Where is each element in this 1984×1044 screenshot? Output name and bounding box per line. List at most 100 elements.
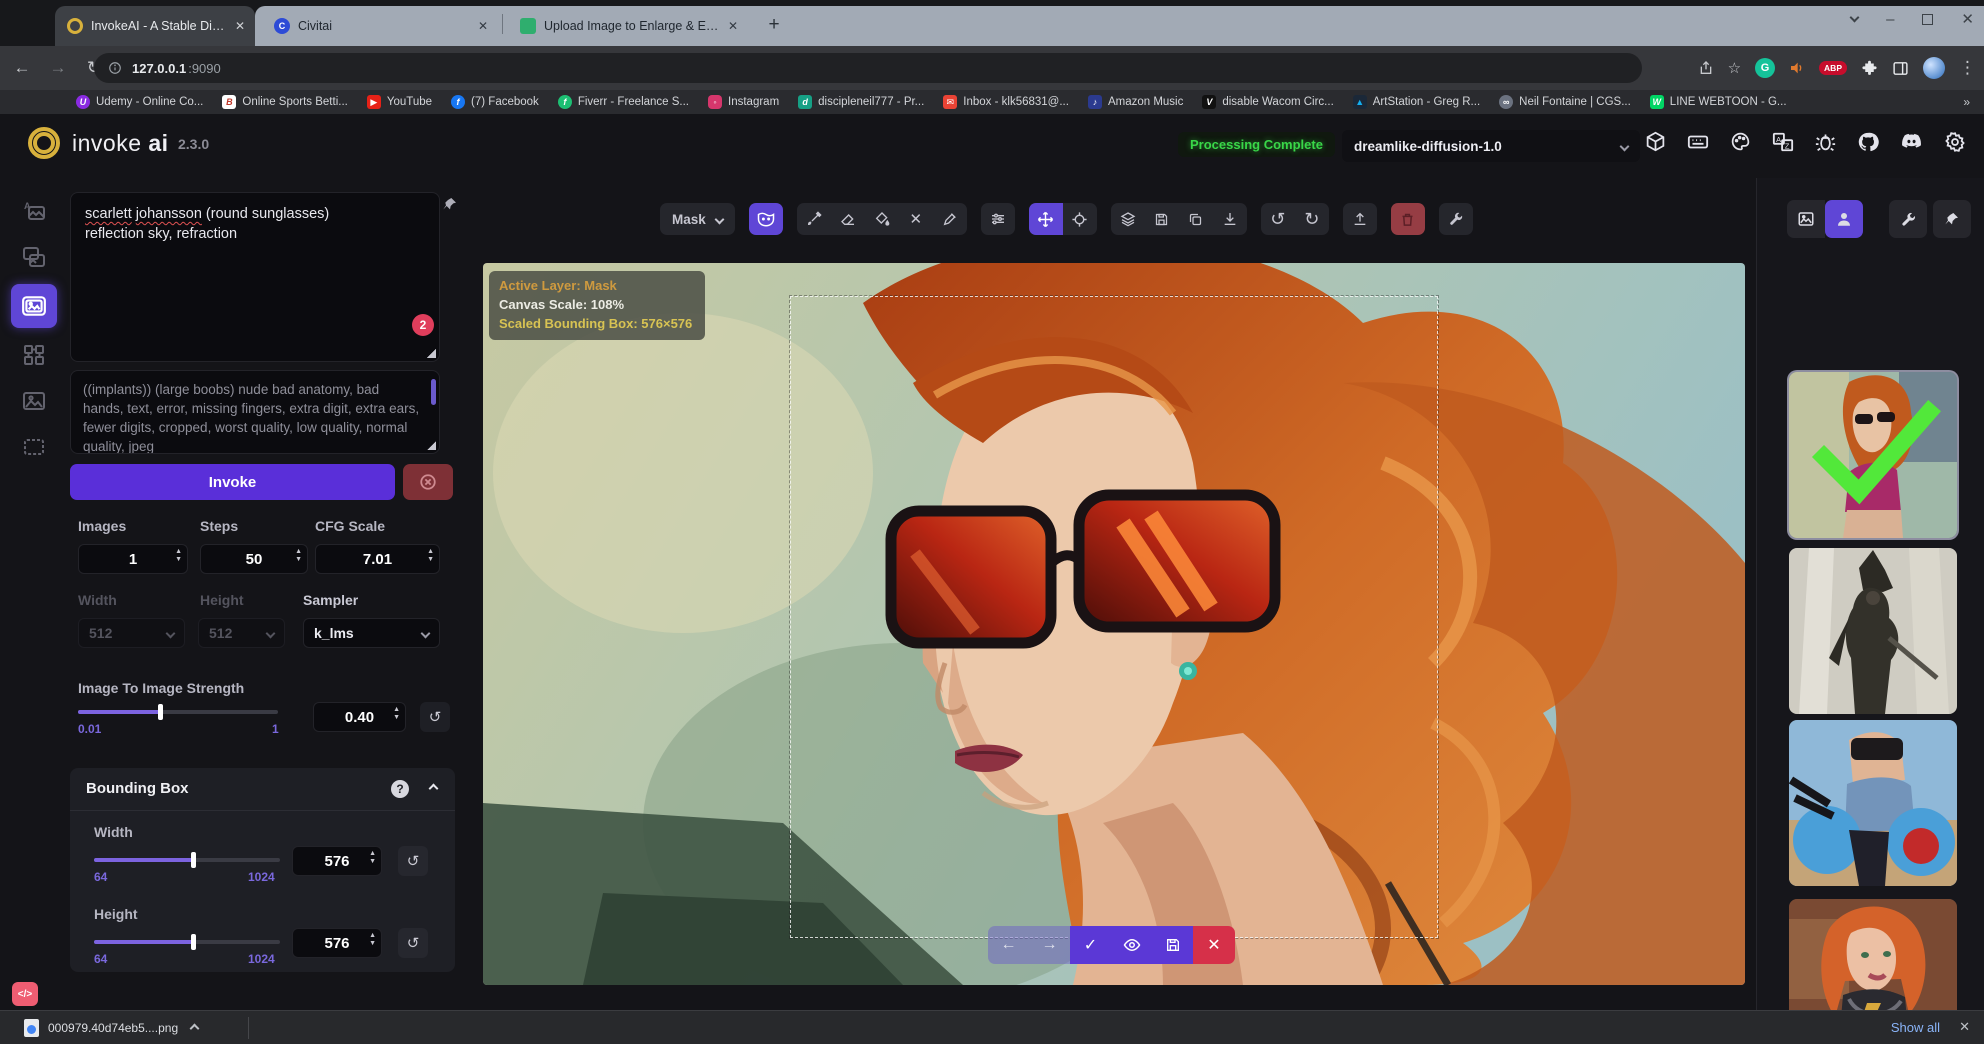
- tab-close-icon[interactable]: ✕: [235, 19, 245, 33]
- slider-handle[interactable]: [191, 852, 196, 868]
- window-chevron-icon[interactable]: [1850, 13, 1860, 23]
- download-item[interactable]: 000979.40d74eb5....png: [14, 1015, 208, 1041]
- share-icon[interactable]: [1698, 60, 1714, 76]
- downloads-bar-close-icon[interactable]: ✕: [1959, 1019, 1970, 1035]
- strength-slider[interactable]: [78, 710, 278, 714]
- canvas-settings-wrench-button[interactable]: [1439, 203, 1473, 235]
- cfg-input[interactable]: 7.01 ▲▼: [315, 544, 440, 574]
- hotkeys-keyboard-icon[interactable]: [1687, 131, 1709, 153]
- stepper-icons[interactable]: ▲▼: [369, 932, 376, 947]
- bookmark-item[interactable]: f(7) Facebook: [451, 95, 539, 109]
- bookmarks-overflow-icon[interactable]: »: [1963, 95, 1970, 109]
- info-icon[interactable]: [108, 61, 122, 75]
- grammarly-extension-icon[interactable]: G: [1755, 58, 1775, 78]
- tab-post-processing[interactable]: [15, 382, 53, 420]
- bookmark-star-icon[interactable]: ☆: [1728, 59, 1741, 77]
- github-icon[interactable]: [1857, 131, 1879, 153]
- scrollbar-thumb[interactable]: [431, 379, 436, 405]
- stepper-icons[interactable]: ▲▼: [369, 850, 376, 865]
- help-icon[interactable]: ?: [391, 780, 409, 798]
- tab-civitai[interactable]: C Civitai ✕: [262, 6, 498, 46]
- address-bar[interactable]: 127.0.0.1:9090: [94, 53, 1642, 83]
- gallery-thumbnail[interactable]: [1789, 720, 1957, 886]
- bookmark-item[interactable]: ◦Instagram: [708, 95, 779, 109]
- settings-gear-icon[interactable]: [1944, 131, 1966, 153]
- collapse-chevron-icon[interactable]: [429, 784, 439, 794]
- eraser-tool-button[interactable]: [831, 203, 865, 235]
- bookmark-item[interactable]: fFiverr - Freelance S...: [558, 95, 689, 109]
- gallery-pin-button[interactable]: [1933, 200, 1971, 238]
- theme-palette-icon[interactable]: [1730, 131, 1751, 152]
- stepper-icons[interactable]: ▲▼: [295, 548, 302, 563]
- show-all-downloads-link[interactable]: Show all: [1891, 1020, 1940, 1035]
- sampler-select[interactable]: k_lms: [303, 618, 440, 648]
- profile-avatar[interactable]: [1923, 57, 1945, 79]
- previous-image-button[interactable]: ←: [988, 926, 1029, 964]
- steps-input[interactable]: 50 ▲▼: [200, 544, 308, 574]
- height-select[interactable]: 512: [198, 618, 285, 648]
- bookmark-item[interactable]: ♪Amazon Music: [1088, 95, 1183, 109]
- extensions-puzzle-icon[interactable]: [1861, 60, 1878, 77]
- resize-grip-icon[interactable]: [427, 349, 436, 358]
- clear-mask-button[interactable]: ✕: [899, 203, 933, 235]
- gallery-settings-button[interactable]: [1889, 200, 1927, 238]
- gallery-person-tab-button[interactable]: [1825, 200, 1863, 238]
- discord-icon[interactable]: [1900, 130, 1923, 153]
- width-select[interactable]: 512: [78, 618, 185, 648]
- fill-mask-button[interactable]: [865, 203, 899, 235]
- color-picker-button[interactable]: [933, 203, 967, 235]
- window-close-button[interactable]: ✕: [1961, 10, 1974, 28]
- canvas-bounding-box[interactable]: [790, 296, 1438, 938]
- tab-text-to-image[interactable]: A: [15, 192, 53, 230]
- tab-nodes[interactable]: [15, 336, 53, 374]
- sidebar-icon[interactable]: [1892, 60, 1909, 77]
- stepper-icons[interactable]: ▲▼: [175, 548, 182, 563]
- discard-image-button[interactable]: ✕: [1193, 926, 1235, 964]
- pin-options-icon[interactable]: [442, 196, 458, 212]
- strength-input[interactable]: 0.40 ▲▼: [313, 702, 406, 732]
- resize-grip-icon[interactable]: [427, 441, 436, 450]
- stepper-icons[interactable]: ▲▼: [427, 548, 434, 563]
- next-image-button[interactable]: →: [1029, 926, 1070, 964]
- clear-canvas-trash-button[interactable]: [1391, 203, 1425, 235]
- move-tool-button[interactable]: [1029, 203, 1063, 235]
- prompt-input[interactable]: scarlett johansson (round sunglasses) re…: [70, 192, 440, 362]
- gallery-images-tab-button[interactable]: [1787, 200, 1825, 238]
- stepper-icons[interactable]: ▲▼: [393, 706, 400, 721]
- forward-button[interactable]: →: [44, 58, 72, 78]
- merge-layers-button[interactable]: [1111, 203, 1145, 235]
- reset-view-button[interactable]: [1063, 203, 1097, 235]
- back-button[interactable]: ←: [8, 58, 36, 78]
- toggle-mask-button[interactable]: [749, 203, 783, 235]
- invoke-button[interactable]: Invoke: [70, 464, 395, 500]
- language-translate-icon[interactable]: AZ: [1772, 131, 1794, 153]
- accept-image-button[interactable]: ✓: [1070, 926, 1111, 964]
- gallery-thumbnail[interactable]: [1789, 548, 1957, 714]
- save-staging-button[interactable]: [1152, 926, 1193, 964]
- slider-handle[interactable]: [158, 704, 163, 720]
- tab-image-to-image[interactable]: [15, 238, 53, 276]
- bookmark-item[interactable]: BOnline Sports Betti...: [222, 95, 347, 109]
- tab-unified-canvas[interactable]: [11, 284, 57, 328]
- bookmark-item[interactable]: ∞Neil Fontaine | CGS...: [1499, 95, 1631, 109]
- browser-menu-icon[interactable]: ⋮: [1959, 58, 1976, 78]
- gallery-thumbnail[interactable]: [1789, 372, 1957, 538]
- undo-button[interactable]: ↺: [1261, 203, 1295, 235]
- upload-image-button[interactable]: [1343, 203, 1377, 235]
- bbox-width-reset-button[interactable]: ↺: [398, 846, 428, 876]
- save-to-gallery-button[interactable]: [1145, 203, 1179, 235]
- slider-handle[interactable]: [191, 934, 196, 950]
- maximize-button[interactable]: [1922, 14, 1933, 25]
- bookmark-item[interactable]: WLINE WEBTOON - G...: [1650, 95, 1787, 109]
- bookmark-item[interactable]: ▶YouTube: [367, 95, 432, 109]
- tab-upload-image[interactable]: Upload Image to Enlarge & Enha ✕: [508, 6, 748, 46]
- model-select[interactable]: dreamlike-diffusion-1.0: [1342, 130, 1640, 162]
- bbox-height-slider[interactable]: [94, 940, 280, 944]
- code-fab-button[interactable]: </>: [12, 982, 38, 1006]
- images-input[interactable]: 1 ▲▼: [78, 544, 188, 574]
- bookmark-item[interactable]: UUdemy - Online Co...: [76, 95, 203, 109]
- copy-to-clipboard-button[interactable]: [1179, 203, 1213, 235]
- bbox-width-slider[interactable]: [94, 858, 280, 862]
- layer-select[interactable]: Mask: [660, 203, 735, 235]
- bbox-width-input[interactable]: 576 ▲▼: [292, 846, 382, 876]
